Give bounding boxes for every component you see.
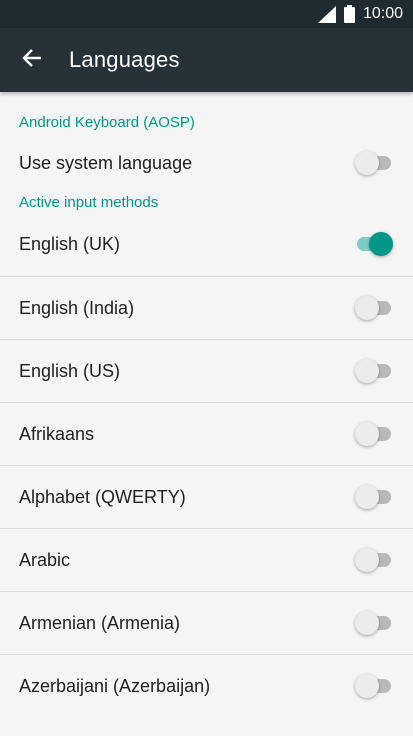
language-row-afrikaans[interactable]: Afrikaans [0,403,413,465]
language-label: Azerbaijani (Azerbaijan) [19,675,211,696]
language-row-english-us[interactable]: English (US) [0,340,413,402]
language-row-arabic[interactable]: Arabic [0,529,413,591]
toggle-switch[interactable] [355,485,391,509]
toggle-switch[interactable] [355,359,391,383]
back-button[interactable] [0,28,64,92]
language-label: Armenian (Armenia) [19,612,181,633]
toggle-thumb [355,548,379,572]
toggle-switch[interactable] [355,232,393,256]
toggle-thumb [355,296,379,320]
signal-icon [317,5,336,23]
language-row-english-india[interactable]: English (India) [0,277,413,339]
language-label: English (US) [19,360,121,381]
toggle-switch[interactable] [355,296,391,320]
page-title: Languages [69,47,180,72]
language-row-azerbaijani[interactable]: Azerbaijani (Azerbaijan) [0,655,413,717]
language-label: Alphabet (QWERTY) [19,486,186,507]
section-header-keyboard: Android Keyboard (AOSP) [19,114,195,131]
toggle-thumb [355,151,379,175]
toggle-thumb [355,359,379,383]
setting-row-use-system-language[interactable]: Use system language [0,132,413,194]
settings-list: Android Keyboard (AOSP) Use system langu… [0,92,413,717]
toggle-switch[interactable] [355,151,391,175]
language-row-armenian[interactable]: Armenian (Armenia) [0,592,413,654]
language-row-english-uk[interactable]: English (UK) [0,212,413,276]
status-icons: 10:00 [317,0,403,28]
toggle-switch[interactable] [355,611,391,635]
toggle-thumb [369,232,393,256]
status-time: 10:00 [362,5,403,22]
toggle-thumb [355,422,379,446]
battery-icon [343,5,355,23]
language-label: English (India) [19,297,135,318]
setting-label: Use system language [19,152,193,173]
toggle-thumb [355,611,379,635]
toggle-switch[interactable] [355,548,391,572]
section-header-active-input-methods: Active input methods [19,194,159,211]
language-label: Arabic [19,549,71,570]
language-row-alphabet-qwerty[interactable]: Alphabet (QWERTY) [0,466,413,528]
toggle-switch[interactable] [355,422,391,446]
app-bar: Languages [0,28,413,92]
toggle-thumb [355,485,379,509]
language-label: English (UK) [19,233,121,254]
status-bar: 10:00 [0,0,413,28]
arrow-back-icon [22,48,42,73]
language-label: Afrikaans [19,423,95,444]
toggle-switch[interactable] [355,674,391,698]
toggle-thumb [355,674,379,698]
